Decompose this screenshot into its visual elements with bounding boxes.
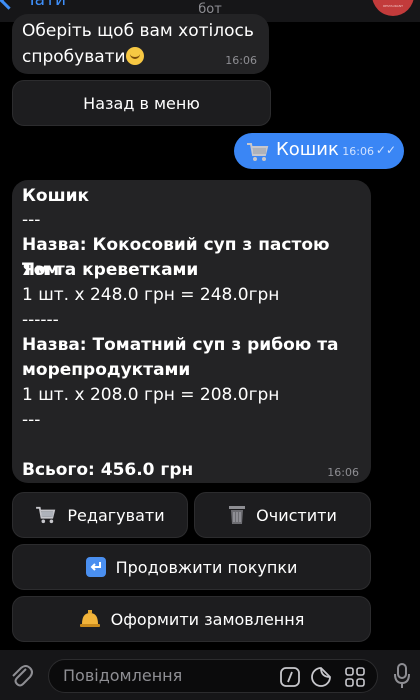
separator-text: --- [22, 410, 41, 430]
bell-icon [79, 609, 101, 629]
message-time: 16:06 [342, 145, 374, 158]
continue-shopping-button[interactable]: Продовжити покупки [12, 544, 371, 590]
message-text: Кошик [276, 139, 339, 160]
message-time: 16:06 [327, 466, 359, 479]
item-price-calc: 1 шт. x 208.0 грн = 208.0грн [22, 385, 280, 405]
microphone-icon[interactable] [392, 662, 412, 690]
checkout-label: Оформити замовлення [110, 609, 305, 629]
clear-cart-button[interactable]: Очистити [194, 492, 371, 538]
cart-total: Всього: 456.0 грн [22, 460, 194, 480]
message-bubble-cart: Кошик --- Назва: Кокосовий суп з пастою … [12, 180, 371, 483]
shopping-cart-icon [246, 142, 270, 166]
bot-keyboard-icon[interactable] [345, 667, 365, 687]
item-price-calc: 1 шт. x 248.0 грн = 248.0грн [22, 285, 280, 305]
item-name-continued: Ям та креветками [22, 260, 199, 280]
trash-icon [228, 505, 246, 525]
message-input-container [48, 659, 378, 693]
edit-cart-button[interactable]: Редагувати [12, 492, 188, 538]
separator-text: --- [22, 210, 41, 230]
message-input[interactable] [61, 665, 265, 686]
shopping-cart-icon [35, 506, 57, 524]
edit-label: Редагувати [67, 505, 165, 525]
return-arrow-icon [85, 557, 106, 577]
avatar-text: RESTAURANT [383, 4, 403, 8]
command-icon[interactable] [280, 667, 300, 687]
clear-label: Очистити [256, 505, 337, 525]
message-time: 16:06 [225, 54, 257, 67]
item-name: Назва: Томатний суп з рибою та [22, 335, 339, 355]
checkout-button[interactable]: Оформити замовлення [12, 596, 371, 642]
read-checkmarks-icon: ✓✓ [375, 143, 396, 157]
cart-title: Кошик [22, 186, 90, 206]
slightly-smiling-face-icon [125, 47, 144, 65]
message-bubble-outgoing: Кошик 16:06 ✓✓ [234, 133, 404, 169]
paperclip-icon[interactable] [8, 660, 34, 690]
continue-label: Продовжити покупки [115, 557, 298, 577]
item-name-continued: морепродуктами [22, 360, 191, 380]
sticker-icon[interactable] [311, 667, 331, 687]
message-bubble-prompt: Оберіть щоб вам хотілось спробувати 16:0… [12, 14, 269, 74]
composer-bar [0, 650, 420, 700]
back-to-menu-button[interactable]: Назад в меню [12, 80, 271, 126]
separator-text: ------ [22, 310, 59, 330]
